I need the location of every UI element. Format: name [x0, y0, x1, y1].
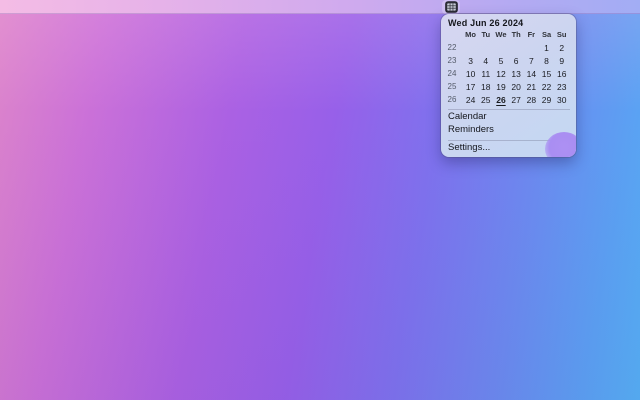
- day-header-sa: Sa: [541, 30, 552, 39]
- day-cell[interactable]: 5: [493, 54, 508, 67]
- day-cell[interactable]: 18: [478, 80, 493, 93]
- day-cell[interactable]: 24: [463, 93, 478, 106]
- menu-bar: [0, 0, 640, 14]
- day-cell[interactable]: 16: [554, 67, 569, 80]
- day-header-tu: Tu: [481, 30, 491, 39]
- day-cell[interactable]: 7: [524, 54, 539, 67]
- week-number: 25: [447, 82, 457, 91]
- day-header-su: Su: [556, 30, 567, 39]
- day-cell[interactable]: 11: [478, 67, 493, 80]
- day-cell[interactable]: 15: [539, 67, 554, 80]
- clock-menubar-button[interactable]: [442, 0, 460, 14]
- day-cell[interactable]: 9: [554, 54, 569, 67]
- calendar-popover: Wed Jun 26 2024 Mo Tu We Th Fr Sa Su 22 …: [441, 14, 576, 157]
- day-cell[interactable]: 1: [539, 41, 554, 54]
- day-cell[interactable]: [478, 41, 493, 54]
- day-cell[interactable]: 20: [509, 80, 524, 93]
- date-heading: Wed Jun 26 2024: [448, 18, 524, 28]
- desktop-wallpaper: Wed Jun 26 2024 Mo Tu We Th Fr Sa Su 22 …: [0, 0, 640, 400]
- week-col-header: [441, 28, 463, 41]
- day-cell[interactable]: [463, 41, 478, 54]
- day-cell[interactable]: [493, 41, 508, 54]
- menu-item-calendar[interactable]: Calendar: [441, 110, 576, 123]
- day-cell[interactable]: 17: [463, 80, 478, 93]
- calendar-icon: [444, 1, 458, 13]
- day-header-mo: Mo: [465, 30, 477, 39]
- day-header-we: We: [495, 30, 507, 39]
- day-cell[interactable]: 12: [493, 67, 508, 80]
- day-cell[interactable]: 13: [509, 67, 524, 80]
- day-cell[interactable]: 3: [463, 54, 478, 67]
- day-cell[interactable]: 22: [539, 80, 554, 93]
- day-cell[interactable]: 19: [493, 80, 508, 93]
- day-cell[interactable]: 10: [463, 67, 478, 80]
- day-cell-today[interactable]: 26: [493, 93, 508, 106]
- day-cell[interactable]: [524, 41, 539, 54]
- week-number: 23: [447, 56, 457, 65]
- day-cell[interactable]: 14: [524, 67, 539, 80]
- day-cell[interactable]: 8: [539, 54, 554, 67]
- day-cell[interactable]: 2: [554, 41, 569, 54]
- week-number: 24: [447, 69, 457, 78]
- day-cell[interactable]: 29: [539, 93, 554, 106]
- week-number: 26: [447, 95, 457, 104]
- day-cell[interactable]: 30: [554, 93, 569, 106]
- day-header-th: Th: [511, 30, 521, 39]
- day-cell[interactable]: 28: [524, 93, 539, 106]
- day-cell[interactable]: 27: [509, 93, 524, 106]
- day-cell[interactable]: 6: [509, 54, 524, 67]
- calendar-grid: Mo Tu We Th Fr Sa Su 22 1 2 23 3 4 5 6 7…: [441, 28, 576, 106]
- day-cell[interactable]: [509, 41, 524, 54]
- day-cell[interactable]: 25: [478, 93, 493, 106]
- week-number: 22: [447, 43, 457, 52]
- day-cell[interactable]: 23: [554, 80, 569, 93]
- day-header-fr: Fr: [527, 30, 536, 39]
- day-cell[interactable]: 4: [478, 54, 493, 67]
- day-cell[interactable]: 21: [524, 80, 539, 93]
